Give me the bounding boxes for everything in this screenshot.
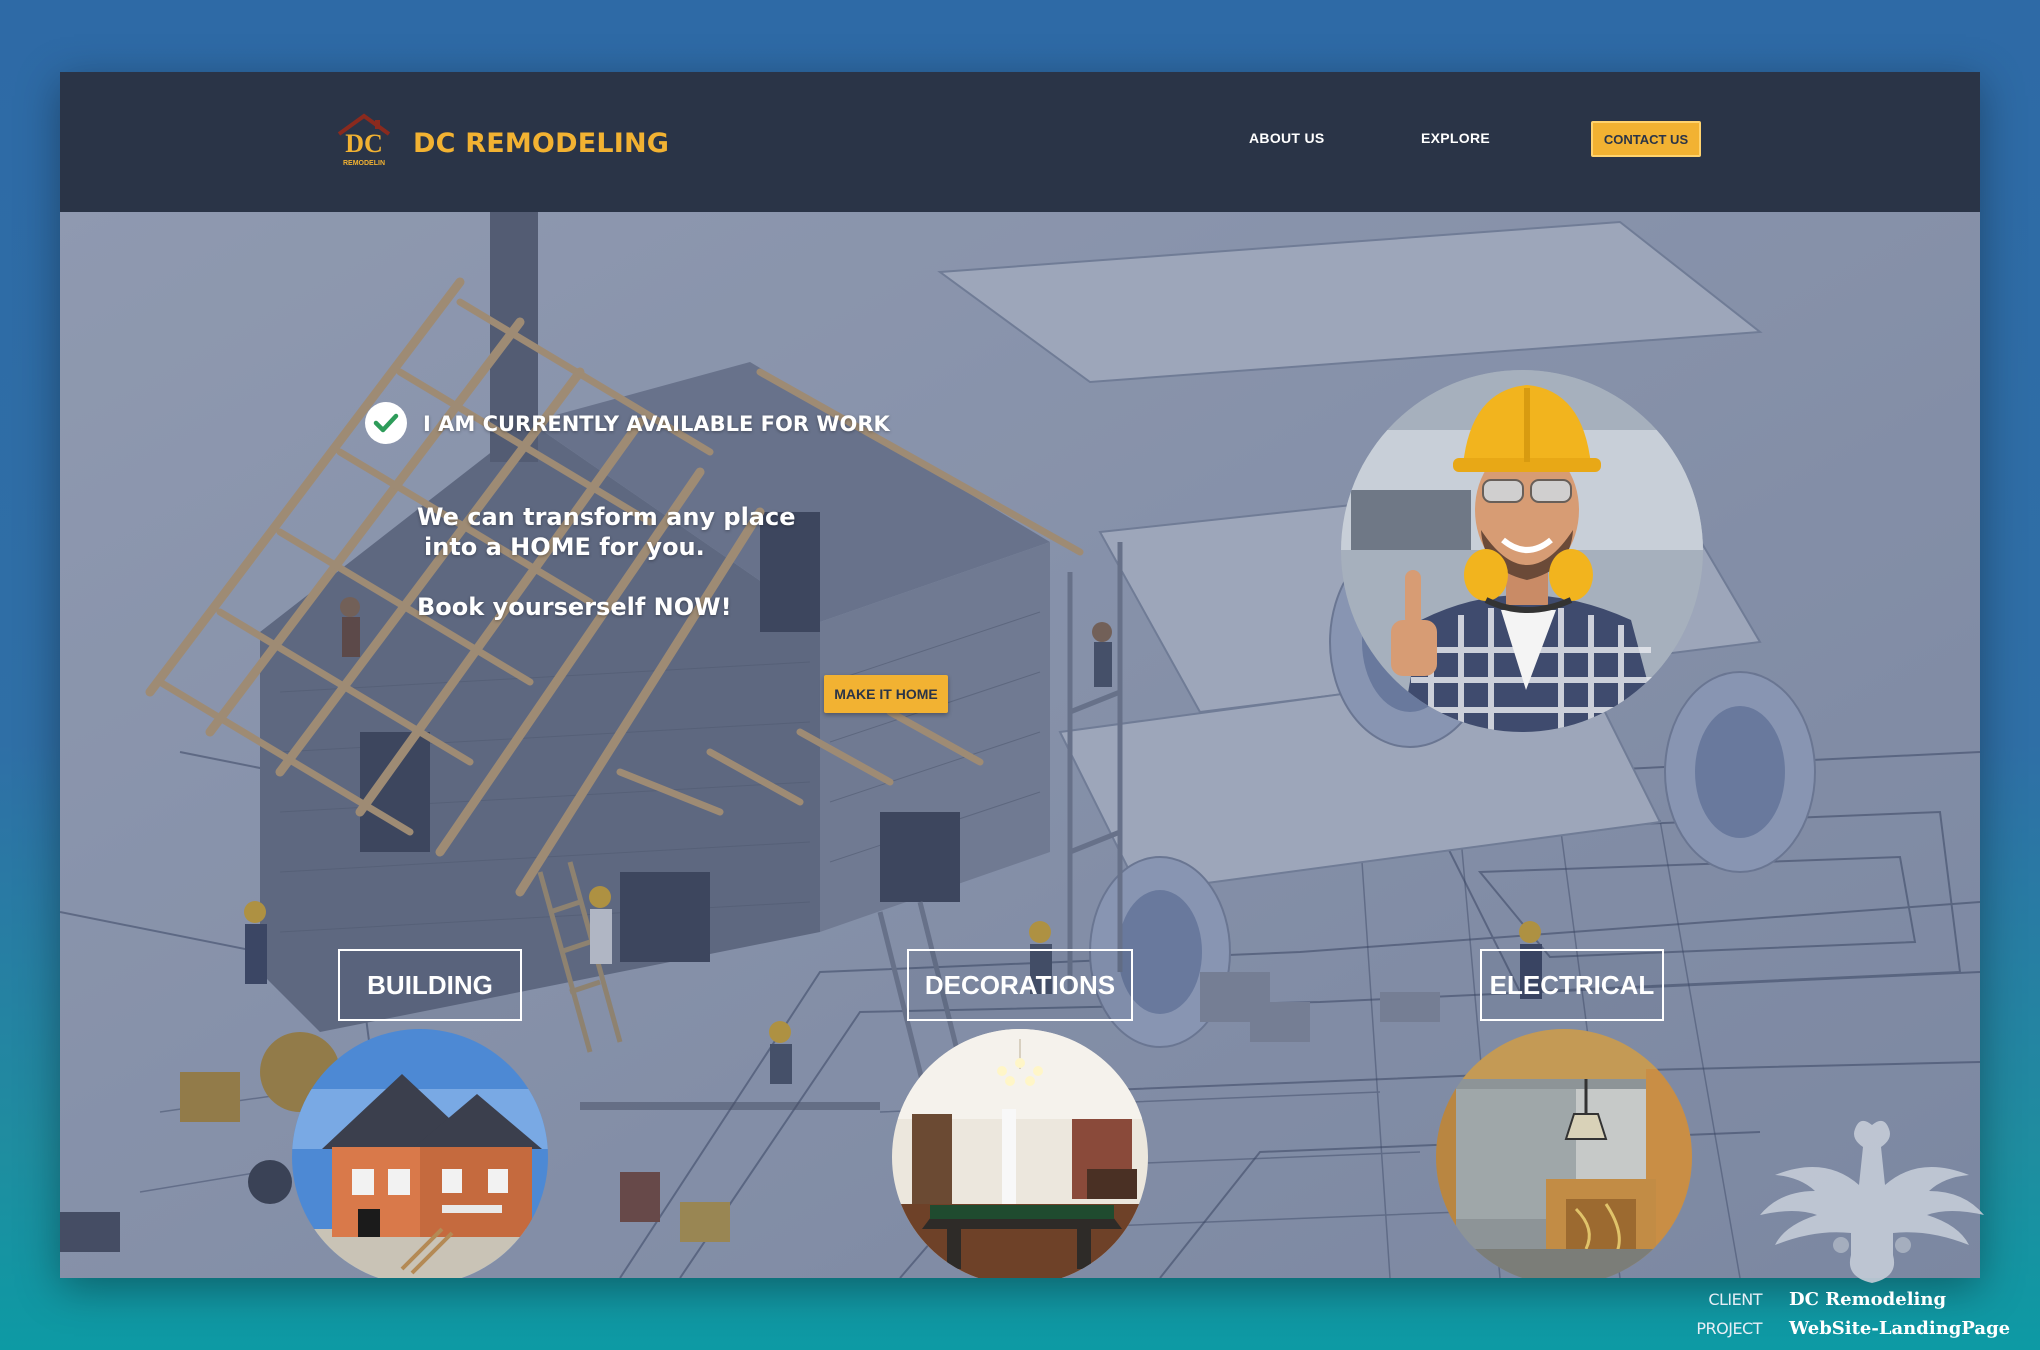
tagline-line-1: We can transform any place [417,503,796,531]
electrical-category-image[interactable] [1436,1029,1692,1278]
top-nav: DC REMODELIN DC REMODELING ABOUT US EXPL… [60,72,1980,212]
nav-explore[interactable]: EXPLORE [1421,130,1490,146]
logo-text: DC [345,129,383,158]
logo-subtext: REMODELIN [343,160,385,167]
credit-client-value: DC Remodeling [1789,1289,1947,1310]
tagline-line-3: Book yourserself NOW! [417,593,732,621]
eagle-watermark-icon [1760,1120,1984,1283]
tagline-line-2: into a HOME for you. [424,533,705,561]
nav-about-us[interactable]: ABOUT US [1249,130,1325,146]
decorations-category-image[interactable] [892,1029,1148,1278]
availability-text: I AM CURRENTLY AVAILABLE FOR WORK [423,412,890,436]
hero-tagline: We can transform any place into a HOME f… [417,502,937,622]
contact-us-button[interactable]: CONTACT US [1591,121,1701,157]
credit-project-key: PROJECT [1696,1319,1762,1338]
credit-client-key: CLIENT [1708,1290,1762,1309]
category-decorations-label[interactable]: DECORATIONS [907,949,1133,1021]
check-icon [365,402,407,444]
worker-portrait-image [1341,370,1703,732]
logo-house-icon[interactable]: DC REMODELIN [335,112,393,170]
brand-name[interactable]: DC REMODELING [413,128,669,159]
building-category-image[interactable] [292,1029,548,1278]
category-building-label[interactable]: BUILDING [338,949,522,1021]
website-mockup: DC REMODELIN DC REMODELING ABOUT US EXPL… [60,72,1980,1278]
category-electrical-label[interactable]: ELECTRICAL [1480,949,1664,1021]
make-it-home-button[interactable]: MAKE IT HOME [824,675,948,713]
credit-project-value: WebSite-LandingPage [1789,1318,2011,1339]
hero-section: I AM CURRENTLY AVAILABLE FOR WORK We can… [60,212,1980,1278]
